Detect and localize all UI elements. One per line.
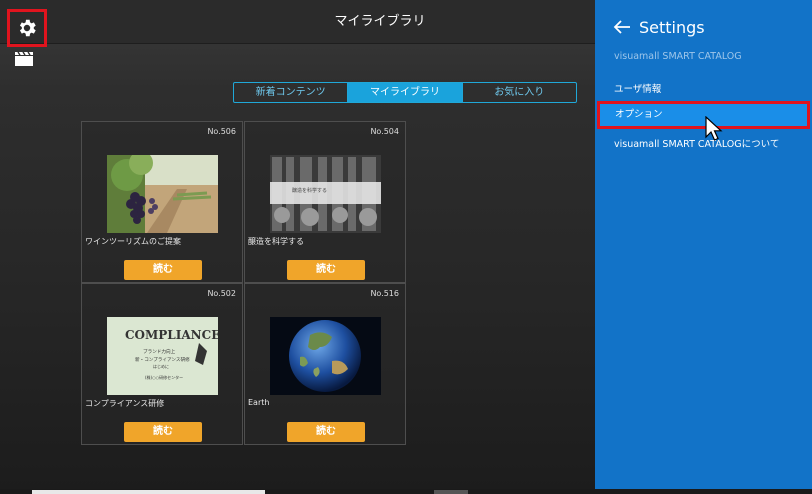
compliance-line: はじめに [153,364,169,369]
content-tabs: 新着コンテンツ マイライブラリ お気に入り [233,82,577,103]
compliance-line: 新・コンプライアンス研修 [135,356,190,363]
mouse-cursor-icon [705,116,723,141]
settings-pane: Settings visuamall SMART CATALOG ユーザ情報 オ… [595,0,812,494]
library-grid: No.506 ワインツーリズムのご提案 読む No.504 醸造を科学する 醸造… [81,121,406,445]
tab-favorites[interactable]: お気に入り [463,83,576,102]
tab-my-library[interactable]: マイライブラリ [348,83,463,102]
card-number: No.502 [207,289,236,298]
card-title: ワインツーリズムのご提案 [85,237,181,246]
library-card[interactable]: No.502 COMPLIANCE ブランド力向上 新・コンプライアンス研修 は… [81,283,243,445]
read-button[interactable]: 読む [124,260,202,280]
compliance-line: ブランド力向上 [143,348,176,355]
card-number: No.516 [370,289,399,298]
library-card[interactable]: No.506 ワインツーリズムのご提案 読む [81,121,243,283]
brewery-thumbnail: 醸造を科学する [270,155,381,233]
read-button[interactable]: 読む [287,260,365,280]
tab-new-contents[interactable]: 新着コンテンツ [234,83,349,102]
vineyard-thumbnail [107,155,218,233]
card-number: No.504 [370,127,399,136]
settings-header: Settings [613,15,705,39]
settings-item-about[interactable]: visuamall SMART CATALOGについて [595,136,812,150]
back-arrow-icon[interactable] [613,19,631,35]
brewery-caption: 醸造を科学する [292,187,327,194]
settings-item-user-info[interactable]: ユーザ情報 [595,81,812,95]
gear-icon [19,19,36,37]
compliance-heading: COMPLIANCE [125,328,218,342]
settings-button[interactable] [7,9,47,47]
clapperboard-icon[interactable] [15,52,33,66]
taskbar-segment [32,490,265,494]
app-main: マイライブラリ 新着コンテンツ マイライブラリ お気に入り No.506 ワイン… [0,0,595,494]
library-card[interactable]: No.516 Earth 読む [244,283,406,445]
read-button[interactable]: 読む [124,422,202,442]
card-title: 醸造を科学する [248,237,304,246]
settings-title: Settings [639,17,705,37]
earth-thumbnail [270,317,381,395]
settings-subtitle: visuamall SMART CATALOG [614,51,742,62]
library-card[interactable]: No.504 醸造を科学する 醸造を科学する 読む [244,121,406,283]
taskbar-segment [434,490,468,494]
settings-item-options[interactable]: オプション [597,101,810,129]
read-button[interactable]: 読む [287,422,365,442]
compliance-line: (株)○○研修センター [145,374,183,380]
card-title: Earth [248,398,270,407]
card-number: No.506 [207,127,236,136]
card-title: コンプライアンス研修 [85,399,165,408]
compliance-thumbnail: COMPLIANCE ブランド力向上 新・コンプライアンス研修 はじめに (株)… [107,317,218,395]
